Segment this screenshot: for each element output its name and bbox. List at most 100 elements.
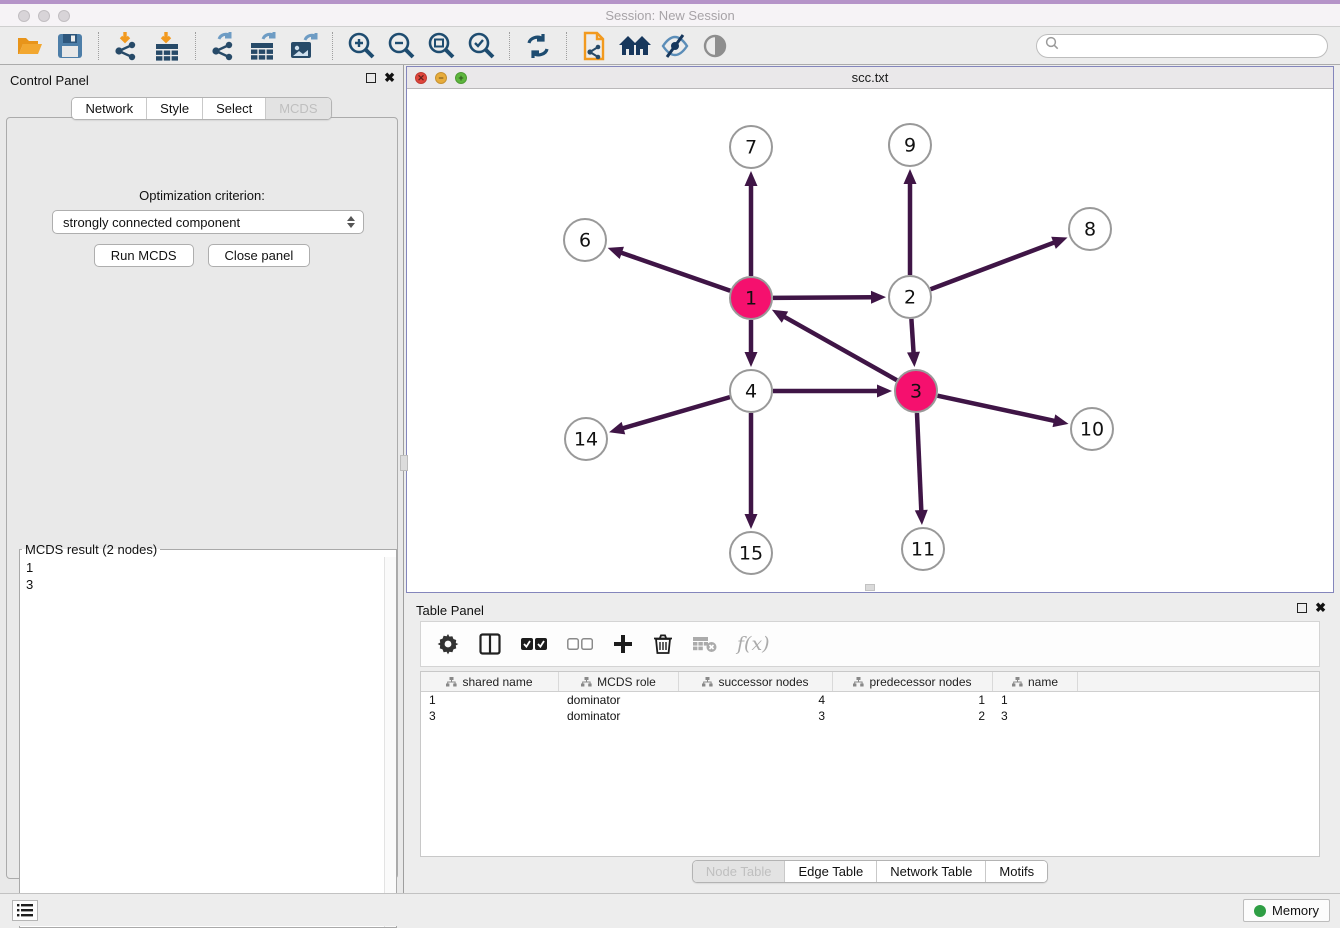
graph-edge-arrowhead	[609, 422, 625, 434]
canvas-hscroll-thumb[interactable]	[865, 584, 875, 591]
function-builder-icon[interactable]: f(x)	[737, 633, 770, 655]
graph-node-1[interactable]: 1	[730, 277, 772, 319]
graph-edge-2-3[interactable]	[911, 319, 913, 354]
tab-select[interactable]: Select	[202, 98, 265, 119]
zoom-in-icon[interactable]	[344, 30, 378, 62]
graph-node-6[interactable]: 6	[564, 219, 606, 261]
mcds-panel: Optimization criterion: strongly connect…	[6, 117, 398, 879]
hide-panel-eye-icon[interactable]	[658, 30, 692, 62]
export-image-icon[interactable]	[287, 30, 321, 62]
table-cell[interactable]: 1	[833, 692, 993, 708]
open-session-icon[interactable]	[13, 30, 47, 62]
table-cell[interactable]: 2	[833, 708, 993, 724]
column-type-icon	[581, 677, 592, 687]
zoom-fit-icon[interactable]	[424, 30, 458, 62]
graph-edge-2-8[interactable]	[931, 242, 1056, 289]
table-cell[interactable]: 3	[993, 708, 1078, 724]
split-divider-grip[interactable]	[400, 455, 408, 471]
apply-layout-icon[interactable]	[521, 30, 555, 62]
table-cell[interactable]: dominator	[559, 708, 679, 724]
toolbar-separator	[509, 32, 510, 60]
result-line: 1	[26, 559, 390, 576]
column-header-name[interactable]: name	[993, 672, 1078, 691]
delete-table-icon[interactable]	[693, 635, 717, 653]
delete-icon[interactable]	[653, 633, 673, 655]
tab-network[interactable]: Network	[72, 98, 146, 119]
deselect-all-icon[interactable]	[567, 638, 593, 651]
node-table[interactable]: shared nameMCDS rolesuccessor nodesprede…	[420, 671, 1320, 857]
memory-button[interactable]: Memory	[1243, 899, 1330, 922]
graph-node-2[interactable]: 2	[889, 276, 931, 318]
mcds-result-lines: 13	[20, 557, 396, 595]
table-cell[interactable]: 4	[679, 692, 833, 708]
tab-network-table[interactable]: Network Table	[876, 861, 985, 882]
export-network-icon[interactable]	[207, 30, 241, 62]
table-cell[interactable]: 1	[993, 692, 1078, 708]
graph-node-15[interactable]: 15	[730, 532, 772, 574]
graph-node-4[interactable]: 4	[730, 370, 772, 412]
graph-node-10[interactable]: 10	[1071, 408, 1113, 450]
table-cell[interactable]: 3	[421, 708, 559, 724]
graph-node-8[interactable]: 8	[1069, 208, 1111, 250]
float-table-panel-icon[interactable]	[1297, 603, 1307, 613]
column-header-successor-nodes[interactable]: successor nodes	[679, 672, 833, 691]
close-panel-button[interactable]: Close panel	[208, 244, 311, 267]
zoom-out-icon[interactable]	[384, 30, 418, 62]
graph-node-7[interactable]: 7	[730, 126, 772, 168]
table-panel-title: Table Panel	[416, 603, 484, 618]
show-eye-icon[interactable]	[698, 30, 732, 62]
network-file-icon[interactable]	[578, 30, 612, 62]
graph-edge-1-2[interactable]	[773, 297, 873, 298]
toolbar-separator	[98, 32, 99, 60]
graph-edge-arrowhead	[904, 169, 917, 184]
graph-edge-3-11[interactable]	[917, 413, 921, 512]
graph-edge-4-14[interactable]	[622, 397, 730, 429]
graph-edge-3-10[interactable]	[938, 396, 1056, 422]
graph-edge-arrowhead	[745, 352, 758, 367]
tab-style[interactable]: Style	[146, 98, 202, 119]
import-table-icon[interactable]	[150, 30, 184, 62]
column-header-shared-name[interactable]: shared name	[421, 672, 559, 691]
tab-mcds[interactable]: MCDS	[265, 98, 330, 119]
graph-node-9[interactable]: 9	[889, 124, 931, 166]
close-panel-icon[interactable]: ✖	[384, 73, 395, 83]
graph-node-11[interactable]: 11	[902, 528, 944, 570]
add-column-icon[interactable]	[613, 634, 633, 654]
export-table-icon[interactable]	[247, 30, 281, 62]
svg-text:11: 11	[911, 539, 935, 561]
split-columns-icon[interactable]	[479, 633, 501, 655]
network-canvas[interactable]: 7 9 6 8 1 2 4 3 14 10 15 11	[407, 89, 1333, 592]
import-network-icon[interactable]	[110, 30, 144, 62]
mcds-result-textarea[interactable]: 13	[20, 557, 396, 927]
task-history-button[interactable]	[12, 900, 38, 921]
run-mcds-button[interactable]: Run MCDS	[94, 244, 194, 267]
save-session-icon[interactable]	[53, 30, 87, 62]
close-table-panel-icon[interactable]: ✖	[1315, 603, 1326, 613]
graph-node-14[interactable]: 14	[565, 418, 607, 460]
table-row[interactable]: 3dominator323	[421, 708, 1319, 724]
float-panel-icon[interactable]	[366, 73, 376, 83]
optimization-criterion-select[interactable]: strongly connected component	[52, 210, 364, 234]
result-scrollbar[interactable]	[384, 557, 396, 927]
graph-edge-1-6[interactable]	[620, 252, 730, 291]
network-window-titlebar[interactable]: ✕ − + scc.txt	[407, 67, 1333, 89]
gear-icon[interactable]	[437, 633, 459, 655]
table-cell[interactable]: dominator	[559, 692, 679, 708]
select-all-icon[interactable]	[521, 638, 547, 651]
toolbar-separator	[332, 32, 333, 60]
column-header-predecessor-nodes[interactable]: predecessor nodes	[833, 672, 993, 691]
zoom-selected-icon[interactable]	[464, 30, 498, 62]
tab-node-table[interactable]: Node Table	[693, 861, 785, 882]
table-cell[interactable]: 3	[679, 708, 833, 724]
tab-edge-table[interactable]: Edge Table	[784, 861, 876, 882]
column-header-MCDS-role[interactable]: MCDS role	[559, 672, 679, 691]
control-panel-tabs: NetworkStyleSelectMCDS	[0, 97, 403, 120]
graph-node-3[interactable]: 3	[895, 370, 937, 412]
search-input[interactable]	[1036, 34, 1328, 58]
home-icon[interactable]	[618, 30, 652, 62]
graph-edge-3-1[interactable]	[783, 316, 897, 380]
tab-motifs[interactable]: Motifs	[985, 861, 1047, 882]
table-row[interactable]: 1dominator411	[421, 692, 1319, 708]
table-cell[interactable]: 1	[421, 692, 559, 708]
table-body: 1dominator4113dominator323	[421, 692, 1319, 724]
